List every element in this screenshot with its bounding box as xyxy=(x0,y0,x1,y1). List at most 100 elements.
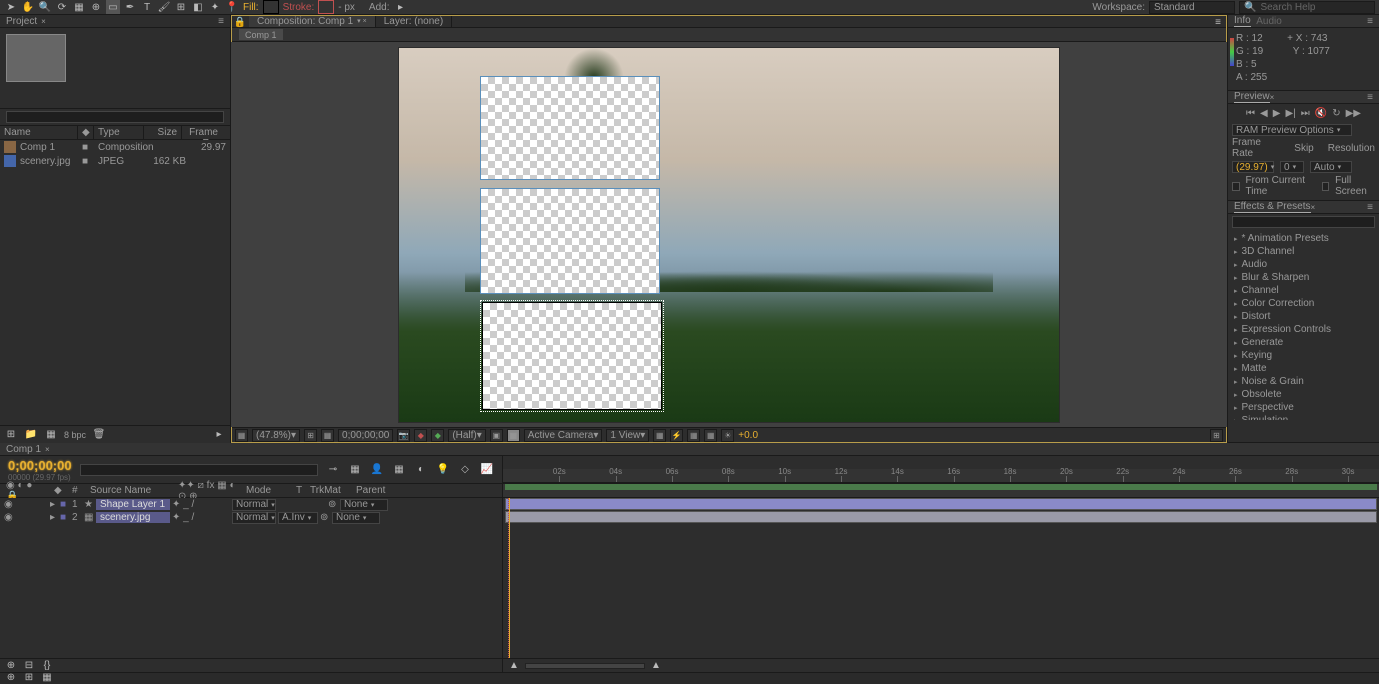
preset-category[interactable]: Audio xyxy=(1232,258,1375,271)
preset-category[interactable]: Blur & Sharpen xyxy=(1232,271,1375,284)
preset-category[interactable]: 3D Channel xyxy=(1232,245,1375,258)
skip-dropdown[interactable]: 0 xyxy=(1280,161,1304,173)
next-frame-icon[interactable]: ▶| xyxy=(1285,108,1295,119)
always-preview-icon[interactable]: ▦ xyxy=(235,429,248,442)
play-icon[interactable]: ▶ xyxy=(1273,108,1281,119)
composition-tab[interactable]: Composition: Comp 1 ▾ × xyxy=(249,15,376,27)
preset-category[interactable]: Perspective xyxy=(1232,401,1375,414)
timeline-search-input[interactable] xyxy=(80,464,318,476)
pan-behind-tool-icon[interactable]: ⊕ xyxy=(89,0,103,14)
new-comp-icon[interactable]: ▦ xyxy=(44,428,58,442)
mute-icon[interactable]: 🔇 xyxy=(1315,108,1327,119)
zoom-out-icon[interactable]: ▲ xyxy=(507,659,521,673)
zoom-tool-icon[interactable]: 🔍 xyxy=(38,0,52,14)
preset-category[interactable]: Matte xyxy=(1232,362,1375,375)
graph-editor-icon[interactable]: 📈 xyxy=(480,463,494,477)
panel-menu-icon[interactable]: ≡ xyxy=(1367,202,1373,213)
motion-blur-icon[interactable]: ◐ xyxy=(414,463,428,477)
panel-menu-icon[interactable]: ≡ xyxy=(1209,15,1227,29)
lock-icon[interactable]: 🔒 xyxy=(231,15,249,29)
panel-menu-icon[interactable]: ≡ xyxy=(218,16,224,27)
search-help[interactable]: 🔍 Search Help xyxy=(1239,1,1375,14)
layer-bar-1[interactable] xyxy=(505,498,1377,510)
flowchart-icon[interactable]: ▸ xyxy=(212,428,226,442)
project-tab[interactable]: Project ×≡ xyxy=(0,15,230,28)
pixel-aspect-icon[interactable]: ▦ xyxy=(653,429,666,442)
effects-list[interactable]: * Animation Presets3D ChannelAudioBlur &… xyxy=(1228,230,1379,420)
draft3d-icon[interactable]: ▦ xyxy=(348,463,362,477)
mask-icon[interactable]: ▦ xyxy=(321,429,334,442)
preset-category[interactable]: * Animation Presets xyxy=(1232,232,1375,245)
first-frame-icon[interactable]: ⏮ xyxy=(1246,108,1255,119)
roto-tool-icon[interactable]: ✦ xyxy=(208,0,222,14)
trkmat-dropdown[interactable]: A.Inv xyxy=(278,512,318,524)
zoom-slider[interactable] xyxy=(525,663,645,669)
exposure-value[interactable]: +0.0 xyxy=(738,430,758,441)
from-current-checkbox[interactable] xyxy=(1232,182,1240,191)
hand-tool-icon[interactable]: ✋ xyxy=(21,0,35,14)
layer-row-2[interactable]: ◉ ▸ ■ 2 ▦ scenery.jpg ✦ _ / Normal A.Inv… xyxy=(0,511,502,524)
reset-exposure-icon[interactable]: ☀ xyxy=(721,429,734,442)
hide-shy-icon[interactable]: 👤 xyxy=(370,463,384,477)
comp-flowchart-icon[interactable]: ⊞ xyxy=(1210,429,1223,442)
cti-line[interactable] xyxy=(509,498,510,658)
delete-icon[interactable]: 🗑 xyxy=(92,428,106,442)
effects-search-input[interactable] xyxy=(1232,216,1375,228)
transparency-icon[interactable]: ▦ xyxy=(507,429,520,442)
framerate-dropdown[interactable]: (29.97) xyxy=(1232,161,1274,173)
effects-tab[interactable]: Effects & Presets xyxy=(1234,201,1311,213)
add-menu-icon[interactable]: ▸ xyxy=(394,0,408,14)
ram-preview-icon[interactable]: ▶▶ xyxy=(1346,108,1361,119)
zoom-dropdown[interactable]: (47.8%) ▾ xyxy=(252,429,300,442)
preset-category[interactable]: Keying xyxy=(1232,349,1375,362)
project-list[interactable]: Comp 1 ■ Composition 29.97 scenery.jpg ■… xyxy=(0,140,230,425)
preview-tab[interactable]: Preview xyxy=(1234,91,1270,103)
project-item-comp[interactable]: Comp 1 ■ Composition 29.97 xyxy=(0,140,230,154)
full-screen-checkbox[interactable] xyxy=(1322,182,1330,191)
layer-tab[interactable]: Layer: (none) xyxy=(376,15,452,27)
camera-tool-icon[interactable]: ▦ xyxy=(72,0,86,14)
foot-icon-3[interactable]: ▦ xyxy=(40,670,54,684)
preset-category[interactable]: Simulation xyxy=(1232,414,1375,420)
shape-tool-icon[interactable]: ▭ xyxy=(106,0,120,14)
camera-dropdown[interactable]: Active Camera ▾ xyxy=(524,429,603,442)
rotate-tool-icon[interactable]: ⟳ xyxy=(55,0,69,14)
fill-swatch[interactable] xyxy=(263,0,279,14)
current-time[interactable]: 0;00;00;00 xyxy=(8,458,72,473)
brush-tool-icon[interactable]: 🖌 xyxy=(157,0,171,14)
resolution-dropdown[interactable]: Auto xyxy=(1310,161,1352,173)
preset-category[interactable]: Noise & Grain xyxy=(1232,375,1375,388)
bpc-indicator[interactable]: 8 bpc xyxy=(64,430,86,440)
brainstorm-icon[interactable]: 💡 xyxy=(436,463,450,477)
rgb-icon[interactable]: ◆ xyxy=(431,429,444,442)
channels-icon[interactable]: ◆ xyxy=(414,429,427,442)
auto-keyframe-icon[interactable]: ◇ xyxy=(458,463,472,477)
new-folder-icon[interactable]: 📁 xyxy=(24,428,38,442)
loop-icon[interactable]: ↻ xyxy=(1332,108,1340,119)
eraser-tool-icon[interactable]: ◧ xyxy=(191,0,205,14)
preset-category[interactable]: Distort xyxy=(1232,310,1375,323)
roi-icon[interactable]: ▣ xyxy=(490,429,503,442)
view-dropdown[interactable]: 1 View ▾ xyxy=(606,429,649,442)
time-display[interactable]: 0;00;00;00 xyxy=(338,429,393,442)
preview-options-dropdown[interactable]: RAM Preview Options xyxy=(1232,124,1352,136)
stroke-swatch[interactable] xyxy=(318,0,334,14)
project-item-footage[interactable]: scenery.jpg ■ JPEG 162 KB xyxy=(0,154,230,168)
shape-rect-3-selected[interactable] xyxy=(482,302,662,410)
fast-preview-icon[interactable]: ⚡ xyxy=(670,429,683,442)
resolution-dropdown[interactable]: (Half) ▾ xyxy=(448,429,485,442)
breadcrumb-item[interactable]: Comp 1 xyxy=(239,29,283,40)
timeline-icon[interactable]: ▦ xyxy=(687,429,700,442)
text-tool-icon[interactable]: T xyxy=(140,0,154,14)
preset-category[interactable]: Generate xyxy=(1232,336,1375,349)
pen-tool-icon[interactable]: ✒ xyxy=(123,0,137,14)
last-frame-icon[interactable]: ⏭ xyxy=(1301,108,1310,119)
project-thumbnail[interactable] xyxy=(6,34,66,82)
frame-blend-icon[interactable]: ▦ xyxy=(392,463,406,477)
preset-category[interactable]: Expression Controls xyxy=(1232,323,1375,336)
work-area-bar[interactable] xyxy=(505,484,1377,490)
preset-category[interactable]: Obsolete xyxy=(1232,388,1375,401)
snapshot-icon[interactable]: 📷 xyxy=(397,429,410,442)
preset-category[interactable]: Color Correction xyxy=(1232,297,1375,310)
shape-rect-2[interactable] xyxy=(480,188,660,294)
